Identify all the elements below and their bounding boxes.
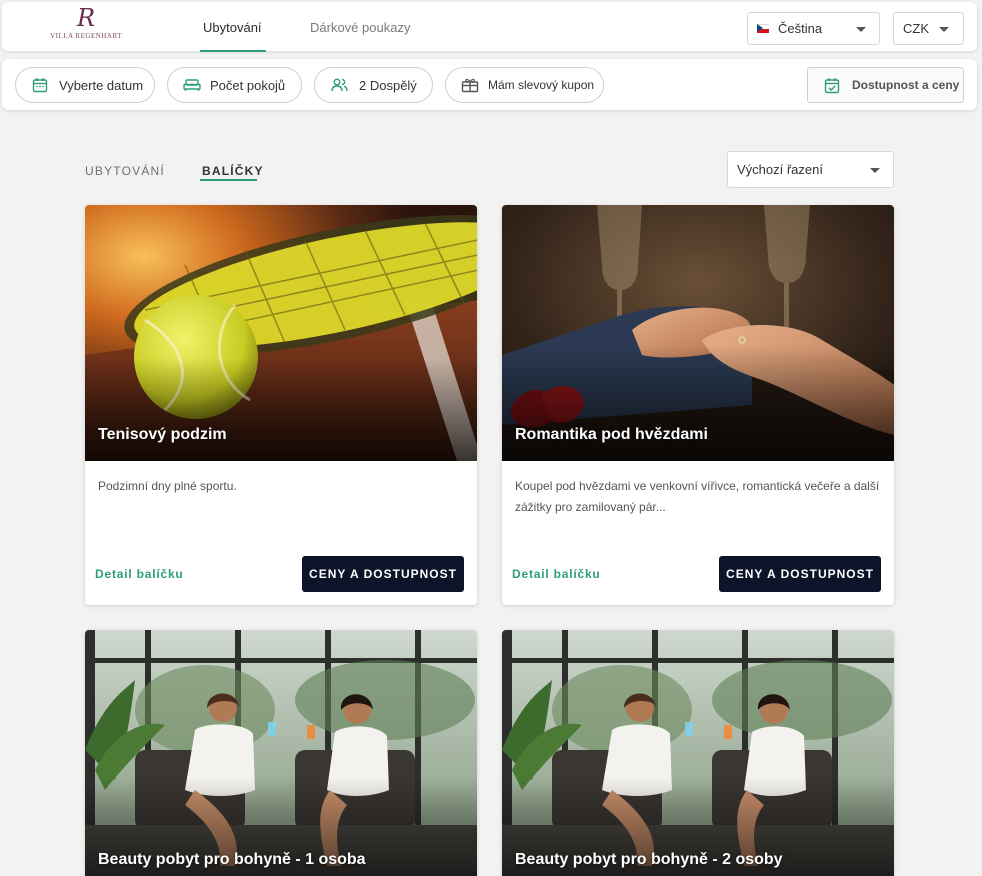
language-value: Čeština (778, 21, 823, 36)
guests-button[interactable]: 2 Dospělý (314, 67, 433, 103)
package-title[interactable]: Tenisový podzim (98, 426, 227, 444)
availability-button[interactable]: Dostupnost a ceny (807, 67, 964, 103)
package-image-romance[interactable] (502, 205, 894, 461)
logo[interactable]: R VILLA REGENHART (48, 6, 124, 48)
package-card: Tenisový podzim Podzimní dny plné sportu… (85, 205, 477, 605)
sort-select[interactable]: Výchozí řazení (727, 151, 894, 188)
tab-balicky[interactable]: BALÍČKY (202, 164, 264, 178)
package-image-beauty-1[interactable] (85, 630, 477, 876)
date-picker-button[interactable]: Vyberte datum (15, 67, 155, 103)
rooms-button[interactable]: Počet pokojů (167, 67, 302, 103)
coupon-label: Mám slevový kupon (488, 78, 595, 92)
chevron-down-icon (939, 27, 949, 32)
package-card: Beauty pobyt pro bohyně - 1 osoba (85, 630, 477, 876)
package-detail-link[interactable]: Detail balíčku (512, 567, 601, 581)
beauty-photo (502, 630, 894, 876)
tab-active-indicator (200, 179, 257, 181)
package-image-beauty-2[interactable] (502, 630, 894, 876)
top-header: R VILLA REGENHART Ubytování Dárkové pouk… (2, 2, 977, 52)
nav-tab-ubytovani[interactable]: Ubytování (203, 20, 262, 35)
package-card: Romantika pod hvězdami Koupel pod hvězda… (502, 205, 894, 605)
prices-availability-button[interactable]: CENY A DOSTUPNOST (302, 556, 464, 592)
chevron-down-icon (856, 27, 866, 32)
currency-value: CZK (903, 21, 929, 36)
rooms-label: Počet pokojů (210, 77, 286, 93)
calendar-check-icon (824, 77, 840, 93)
calendar-icon (32, 78, 48, 93)
nav-tab-active-indicator (200, 50, 266, 52)
sort-value: Výchozí řazení (737, 162, 823, 177)
package-title[interactable]: Romantika pod hvězdami (515, 426, 708, 444)
currency-select[interactable]: CZK (893, 12, 964, 45)
tab-ubytovani[interactable]: UBYTOVÁNÍ (85, 164, 165, 178)
prices-availability-button[interactable]: CENY A DOSTUPNOST (719, 556, 881, 592)
logo-name: VILLA REGENHART (50, 32, 122, 40)
package-description: Podzimní dny plné sportu. (98, 479, 237, 493)
chevron-down-icon (870, 168, 880, 173)
package-detail-link[interactable]: Detail balíčku (95, 567, 184, 581)
beauty-photo (85, 630, 477, 876)
logo-monogram: R (76, 4, 96, 32)
guests-label: 2 Dospělý (359, 77, 417, 93)
coupon-icon (461, 78, 479, 93)
coupon-button[interactable]: Mám slevový kupon (445, 67, 604, 103)
people-icon (331, 78, 348, 92)
tennis-photo (85, 205, 477, 461)
package-description: Koupel pod hvězdami ve venkovní vířivce,… (515, 479, 880, 514)
czech-flag-icon (757, 24, 769, 33)
date-picker-label: Vyberte datum (59, 77, 144, 93)
search-filter-bar: Vyberte datum Počet pokojů 2 Dospělý Mám… (2, 59, 977, 110)
nav-tab-darkove-poukazy[interactable]: Dárkové poukazy (310, 20, 410, 35)
availability-label: Dostupnost a ceny (852, 78, 960, 92)
package-image-tennis[interactable] (85, 205, 477, 461)
package-title[interactable]: Beauty pobyt pro bohyně - 1 osoba (98, 851, 366, 869)
bed-icon (183, 79, 201, 91)
romance-photo (502, 205, 894, 461)
package-card: Beauty pobyt pro bohyně - 2 osoby (502, 630, 894, 876)
package-title[interactable]: Beauty pobyt pro bohyně - 2 osoby (515, 851, 783, 869)
language-select[interactable]: Čeština (747, 12, 880, 45)
